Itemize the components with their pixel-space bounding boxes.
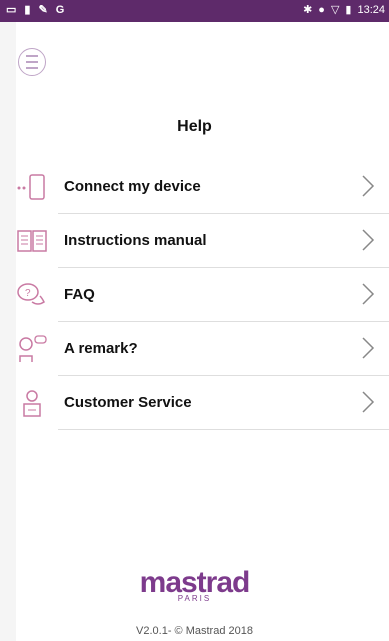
hamburger-menu-icon	[26, 54, 38, 70]
menu-item-connect-device[interactable]: Connect my device	[0, 160, 389, 214]
menu-item-label: Instructions manual	[64, 232, 207, 249]
bluetooth-icon: ✱	[303, 4, 313, 16]
mail-icon: ▭	[6, 4, 17, 16]
menu-item-instructions-manual[interactable]: Instructions manual	[0, 214, 389, 268]
battery-icon: ▮	[345, 4, 352, 16]
book-icon	[16, 226, 48, 256]
app-frame: ▭ ▮ ✎ G ✱ ● ▽ ▮ 13:24 Help Connect my de…	[0, 0, 389, 641]
svg-text:?: ?	[25, 288, 31, 299]
menu-item-label: Connect my device	[64, 178, 201, 195]
status-right: ✱ ● ▽ ▮ 13:24	[303, 3, 385, 17]
g-status-icon: G	[55, 3, 65, 16]
menu-item-remark[interactable]: A remark?	[0, 322, 389, 376]
chevron-right-icon	[362, 283, 375, 305]
menu-button[interactable]	[18, 48, 46, 76]
wifi-icon: ▽	[330, 4, 340, 16]
phone-device-icon	[16, 172, 48, 202]
chevron-right-icon	[362, 229, 375, 251]
chef-remark-icon	[16, 334, 48, 364]
chat-bubbles-icon: ?	[16, 280, 48, 310]
chevron-right-icon	[362, 391, 375, 413]
menu-item-faq[interactable]: ? FAQ	[0, 268, 389, 322]
logo-subtitle: PARIS	[177, 594, 212, 603]
status-bar: ▭ ▮ ✎ G ✱ ● ▽ ▮ 13:24	[0, 0, 389, 22]
menu-item-label: A remark?	[64, 340, 138, 357]
status-left: ▭ ▮ ✎ G	[6, 3, 65, 17]
page-title: Help	[177, 118, 212, 135]
menu-item-label: Customer Service	[64, 394, 192, 411]
chevron-right-icon	[362, 175, 375, 197]
chevron-right-icon	[362, 337, 375, 359]
brand-logo: mastrad PARIS	[0, 566, 389, 603]
service-person-icon	[16, 388, 48, 418]
battery-icon: ▮	[24, 4, 31, 16]
signal-icon: ●	[318, 3, 325, 16]
version-text: V2.0.1- © Mastrad 2018	[136, 625, 253, 637]
menu-item-label: FAQ	[64, 286, 95, 303]
menu-item-customer-service[interactable]: Customer Service	[0, 376, 389, 430]
wrench-icon: ✎	[38, 4, 48, 16]
status-time: 13:24	[357, 3, 385, 16]
divider	[58, 429, 389, 430]
